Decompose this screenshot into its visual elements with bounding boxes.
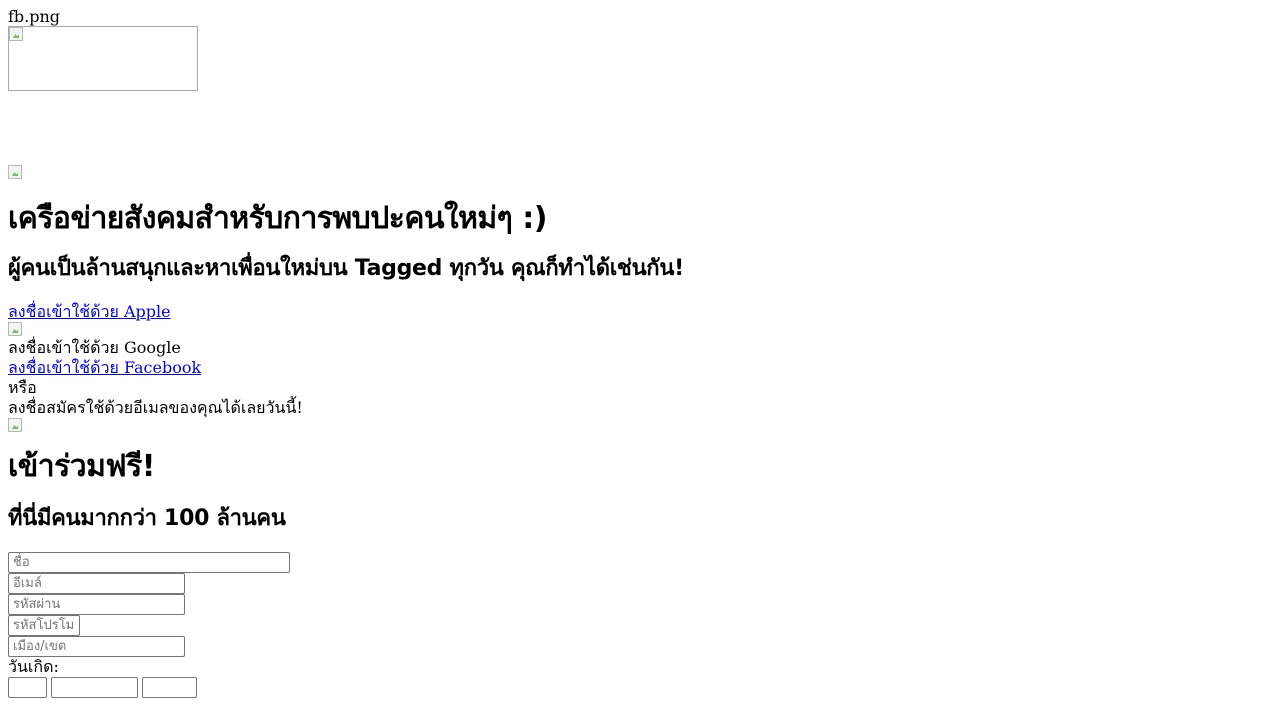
logo-image-alt: fb.png: [8, 7, 61, 26]
birthday-label: วันเกิด:: [8, 657, 59, 676]
signup-subtitle: ที่นี่มีคนมากกว่า 100 ล้านคน: [8, 506, 286, 531]
birthday-month-select[interactable]: [51, 677, 138, 698]
apple-login-link[interactable]: ลงชื่อเข้าใช้ด้วย Apple: [8, 302, 1272, 322]
signup-image: [8, 418, 24, 434]
hero-image: [8, 165, 24, 181]
google-logo-icon: [8, 322, 24, 338]
birthday-selects: [8, 677, 1272, 698]
facebook-login-link[interactable]: ลงชื่อเข้าใช้ด้วย Facebook: [8, 358, 1272, 378]
city-input[interactable]: [8, 636, 185, 657]
or-divider-text: หรือ: [8, 378, 37, 397]
name-input[interactable]: [8, 552, 290, 573]
promo-code-input[interactable]: [8, 615, 80, 636]
google-login-label[interactable]: ลงชื่อเข้าใช้ด้วย Google: [8, 338, 1272, 358]
password-input[interactable]: [8, 594, 185, 615]
birthday-year-select[interactable]: [142, 677, 197, 698]
page-subtitle: ผู้คนเป็นล้านสนุกและหาเพื่อนใหม่บน Tagge…: [8, 256, 684, 281]
email-signup-prompt: ลงชื่อสมัครใช้ด้วยอีเมลของคุณได้เลยวันนี…: [8, 398, 303, 417]
banner-image: [8, 26, 198, 91]
signup-form: วันเกิด:: [8, 552, 1272, 698]
birthday-day-select[interactable]: [8, 677, 47, 698]
email-input[interactable]: [8, 573, 185, 594]
social-login-section: ลงชื่อเข้าใช้ด้วย Apple ลงชื่อเข้าใช้ด้ว…: [8, 302, 1272, 434]
signup-title: เข้าร่วมฟรี!: [8, 449, 155, 484]
page-title: เครือข่ายสังคมสำหรับการพบปะคนใหม่ๆ :): [8, 201, 547, 236]
